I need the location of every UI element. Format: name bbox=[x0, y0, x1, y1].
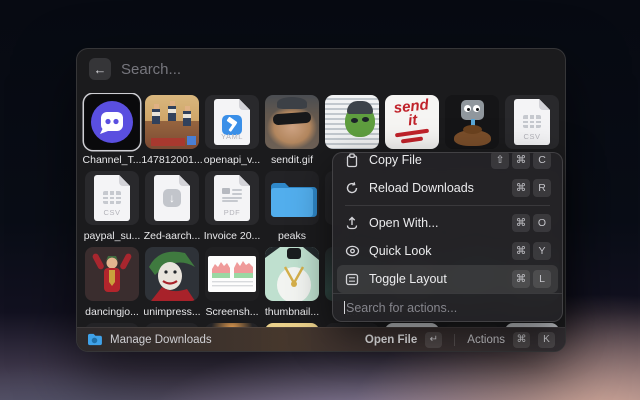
cmd-key-badge: ⌘ bbox=[512, 270, 530, 288]
desktop-wallpaper: ← Channel_T... bbox=[0, 0, 640, 400]
reload-icon bbox=[344, 180, 360, 196]
menu-item-label: Reload Downloads bbox=[369, 181, 503, 195]
file-label: unimpress... bbox=[141, 306, 203, 318]
file-thumbnail-archive: ↓ bbox=[145, 171, 199, 225]
file-thumbnail-image bbox=[265, 247, 319, 301]
open-with-icon bbox=[344, 215, 360, 231]
menu-item-label: Quick Look bbox=[369, 244, 503, 258]
cmd-key-badge: ⌘ bbox=[512, 152, 530, 169]
actions-search-input[interactable] bbox=[346, 301, 551, 315]
file-item[interactable]: CSV paypal_su... bbox=[85, 171, 139, 242]
menu-item-label: Copy File bbox=[369, 153, 482, 167]
file-type-badge: YAML bbox=[214, 132, 250, 141]
back-button[interactable]: ← bbox=[89, 58, 111, 80]
actions-menu: Copy File ⇧ ⌘ C Reload Downloads ⌘ bbox=[332, 152, 563, 322]
cmd-key-badge: ⌘ bbox=[513, 332, 530, 348]
file-thumbnail-yaml: YAML bbox=[205, 95, 259, 149]
file-item[interactable]: 147812001... bbox=[145, 95, 199, 166]
file-item[interactable]: PDF Invoice 20... bbox=[205, 171, 259, 242]
shift-key-badge: ⇧ bbox=[491, 152, 509, 169]
file-thumbnail-gif bbox=[85, 247, 139, 301]
file-thumbnail-chat-logo bbox=[85, 95, 139, 149]
folder-icon bbox=[265, 171, 319, 225]
menu-item-copy-file[interactable]: Copy File ⇧ ⌘ C bbox=[337, 152, 558, 174]
layout-icon bbox=[344, 271, 360, 287]
menu-item-toggle-layout[interactable]: Toggle Layout ⌘ L bbox=[337, 265, 558, 293]
l-key-badge: L bbox=[533, 270, 551, 288]
file-label: thumbnail... bbox=[261, 306, 323, 318]
file-item[interactable]: sendit.gif bbox=[265, 95, 319, 166]
actions-search bbox=[333, 293, 562, 321]
send-it-text: send it bbox=[391, 98, 434, 130]
text-cursor bbox=[344, 301, 345, 314]
file-label: paypal_su... bbox=[81, 230, 143, 242]
actions-button[interactable]: Actions bbox=[467, 334, 505, 346]
return-key-badge: ↵ bbox=[425, 332, 442, 348]
file-item[interactable]: peaks bbox=[265, 171, 319, 242]
file-label: Screensh... bbox=[201, 306, 263, 318]
file-thumbnail-csv: CSV bbox=[85, 171, 139, 225]
menu-item-reload-downloads[interactable]: Reload Downloads ⌘ R bbox=[337, 174, 558, 202]
clipboard-icon bbox=[344, 152, 360, 168]
menu-separator bbox=[345, 205, 550, 206]
file-thumbnail-send-it: send it bbox=[385, 95, 439, 149]
file-item[interactable]: unimpress... bbox=[145, 247, 199, 318]
primary-action-label[interactable]: Open File bbox=[365, 334, 417, 346]
extension-title: Manage Downloads bbox=[110, 334, 212, 346]
menu-item-label: Open With... bbox=[369, 216, 503, 230]
file-item[interactable]: YAML openapi_v... bbox=[205, 95, 259, 166]
file-thumbnail-gif bbox=[325, 95, 379, 149]
file-label: Channel_T... bbox=[81, 154, 143, 166]
footer-divider bbox=[454, 334, 455, 346]
file-thumbnail-robot bbox=[445, 95, 499, 149]
file-thumbnail-gif bbox=[145, 247, 199, 301]
file-thumbnail-folder bbox=[265, 171, 319, 225]
menu-item-label: Toggle Layout bbox=[369, 272, 503, 286]
csv-table-icon bbox=[103, 191, 121, 204]
menu-item-open-with[interactable]: Open With... ⌘ O bbox=[337, 209, 558, 237]
file-label: openapi_v... bbox=[201, 154, 263, 166]
file-item[interactable]: Channel_T... bbox=[85, 95, 139, 166]
c-key-badge: C bbox=[533, 152, 551, 169]
r-key-badge: R bbox=[533, 179, 551, 197]
menu-item-quick-look[interactable]: Quick Look ⌘ Y bbox=[337, 237, 558, 265]
cmd-key-badge: ⌘ bbox=[512, 242, 530, 260]
file-item[interactable]: dancingjo... bbox=[85, 247, 139, 318]
file-thumbnail-pdf: PDF bbox=[205, 171, 259, 225]
status-bar: Manage Downloads Open File ↵ Actions ⌘ K bbox=[77, 327, 565, 351]
o-key-badge: O bbox=[533, 214, 551, 232]
file-type-badge: CSV bbox=[94, 208, 130, 217]
file-thumbnail-gif bbox=[265, 95, 319, 149]
file-thumbnail-pixel-art bbox=[145, 95, 199, 149]
file-type-badge: PDF bbox=[214, 208, 250, 217]
file-label: 147812001... bbox=[141, 154, 203, 166]
file-label: peaks bbox=[261, 230, 323, 242]
pdf-text-lines-icon bbox=[222, 188, 242, 202]
csv-table-icon bbox=[523, 115, 541, 128]
file-item[interactable]: thumbnail... bbox=[265, 247, 319, 318]
cmd-key-badge: ⌘ bbox=[512, 214, 530, 232]
download-arrow-icon: ↓ bbox=[163, 189, 181, 207]
search-input[interactable] bbox=[121, 61, 553, 78]
cmd-key-badge: ⌘ bbox=[512, 179, 530, 197]
k-key-badge: K bbox=[538, 332, 555, 348]
file-label: Zed-aarch... bbox=[141, 230, 203, 242]
file-label: dancingjo... bbox=[81, 306, 143, 318]
file-thumbnail-screenshot bbox=[205, 247, 259, 301]
file-thumbnail-csv: CSV bbox=[505, 95, 559, 149]
search-bar: ← bbox=[77, 49, 565, 89]
file-type-badge: CSV bbox=[514, 132, 550, 141]
file-label: sendit.gif bbox=[261, 154, 323, 166]
file-label: Invoice 20... bbox=[201, 230, 263, 242]
eye-icon bbox=[344, 243, 360, 259]
downloads-folder-icon bbox=[87, 333, 102, 346]
back-arrow-icon: ← bbox=[94, 62, 107, 77]
y-key-badge: Y bbox=[533, 242, 551, 260]
file-item[interactable]: Screensh... bbox=[205, 247, 259, 318]
file-item[interactable]: ↓ Zed-aarch... bbox=[145, 171, 199, 242]
